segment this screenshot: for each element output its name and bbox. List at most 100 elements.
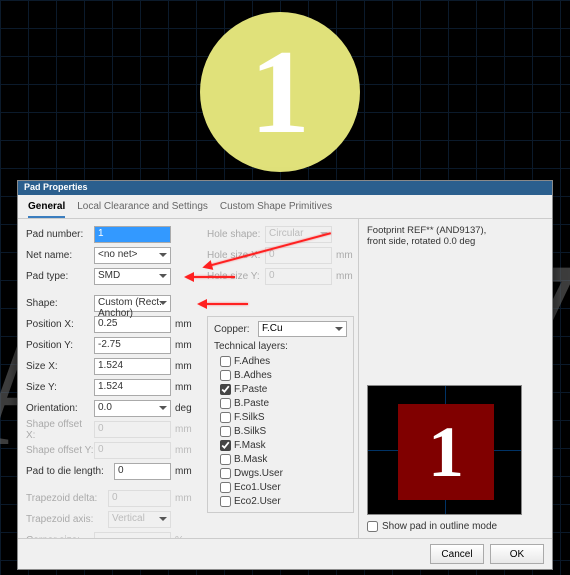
- size-y-unit: mm: [171, 382, 195, 393]
- dialog-footer: Cancel OK: [18, 538, 552, 569]
- layer-label: F.Adhes: [234, 356, 270, 367]
- layer-row-b-adhes[interactable]: B.Adhes: [214, 368, 347, 382]
- layer-label: Dwgs.User: [234, 468, 283, 479]
- pos-y-field[interactable]: -2.75: [94, 337, 171, 354]
- trap-delta-unit: mm: [171, 493, 195, 504]
- footprint-info-line1: Footprint REF** (AND9137),: [367, 225, 544, 236]
- pos-x-label: Position X:: [26, 319, 94, 330]
- hole-size-x-unit: mm: [332, 250, 354, 261]
- pos-y-label: Position Y:: [26, 340, 94, 351]
- size-x-label: Size X:: [26, 361, 94, 372]
- size-x-unit: mm: [171, 361, 195, 372]
- net-name-select[interactable]: <no net>: [94, 247, 171, 264]
- trap-axis-label: Trapezoid axis:: [26, 514, 108, 525]
- layer-row-f-mask[interactable]: F.Mask: [214, 438, 347, 452]
- pad-number-label: Pad number:: [26, 229, 94, 240]
- annotation-arrow-2: [187, 276, 235, 278]
- layers-panel: Copper: F.Cu Technical layers: F.Adhes B.…: [207, 316, 354, 513]
- dialog-tabs: General Local Clearance and Settings Cus…: [18, 195, 552, 219]
- layer-label: F.Paste: [234, 384, 267, 395]
- net-name-label: Net name:: [26, 250, 94, 261]
- shape-off-x-label: Shape offset X:: [26, 419, 94, 441]
- size-y-field[interactable]: 1.524: [94, 379, 171, 396]
- shape-label: Shape:: [26, 298, 94, 309]
- orientation-select[interactable]: 0.0: [94, 400, 171, 417]
- hole-size-y-unit: mm: [332, 271, 354, 282]
- layer-checkbox-eco2-user[interactable]: [220, 496, 231, 507]
- properties-left-column: Pad number: 1 Net name: <no net> Pad typ…: [18, 219, 203, 538]
- layer-checkbox-eco1-user[interactable]: [220, 482, 231, 493]
- layer-row-f-adhes[interactable]: F.Adhes: [214, 354, 347, 368]
- pad-die-field[interactable]: 0: [114, 463, 171, 480]
- layer-label: B.SilkS: [234, 426, 266, 437]
- layer-label: B.Adhes: [234, 370, 272, 381]
- ok-button[interactable]: OK: [490, 544, 544, 564]
- shape-select[interactable]: Custom (Rect. Anchor): [94, 295, 171, 312]
- pad-type-label: Pad type:: [26, 271, 94, 282]
- size-y-label: Size Y:: [26, 382, 94, 393]
- footprint-info: Footprint REF** (AND9137), front side, r…: [367, 225, 544, 248]
- layer-checkbox-b-adhes[interactable]: [220, 370, 231, 381]
- layer-row-f-silks[interactable]: F.SilkS: [214, 410, 347, 424]
- layer-checkbox-f-silks[interactable]: [220, 412, 231, 423]
- layer-row-b-silks[interactable]: B.SilkS: [214, 424, 347, 438]
- annotation-arrow-3: [200, 303, 248, 305]
- pad-type-select[interactable]: SMD: [94, 268, 171, 285]
- layer-checkbox-f-paste[interactable]: [220, 384, 231, 395]
- footprint-info-line2: front side, rotated 0.0 deg: [367, 236, 544, 247]
- layer-checkbox-f-mask[interactable]: [220, 440, 231, 451]
- annotation-digit: 1: [250, 32, 310, 152]
- layer-label: F.Mask: [234, 440, 266, 451]
- layer-label: B.Paste: [234, 398, 269, 409]
- layer-row-eco1-user[interactable]: Eco1.User: [214, 480, 347, 494]
- hole-size-x-field: 0: [265, 247, 332, 264]
- outline-mode-label: Show pad in outline mode: [382, 521, 497, 532]
- technical-layers-header: Technical layers:: [214, 341, 347, 352]
- copper-label: Copper:: [214, 324, 258, 335]
- copper-select[interactable]: F.Cu: [258, 321, 347, 337]
- shape-off-x-unit: mm: [171, 424, 195, 435]
- pad-die-label: Pad to die length:: [26, 466, 114, 477]
- pad-preview: 1: [367, 385, 522, 515]
- shape-off-y-label: Shape offset Y:: [26, 445, 94, 456]
- layer-label: F.SilkS: [234, 412, 265, 423]
- orientation-unit: deg: [171, 403, 195, 414]
- layer-label: Eco1.User: [234, 482, 281, 493]
- tab-custom-shape-primitives[interactable]: Custom Shape Primitives: [220, 201, 332, 218]
- layer-row-b-mask[interactable]: B.Mask: [214, 452, 347, 466]
- orientation-label: Orientation:: [26, 403, 94, 414]
- outline-mode-checkbox-row[interactable]: Show pad in outline mode: [367, 521, 544, 532]
- layer-checkbox-f-adhes[interactable]: [220, 356, 231, 367]
- cancel-button[interactable]: Cancel: [430, 544, 484, 564]
- size-x-field[interactable]: 1.524: [94, 358, 171, 375]
- layer-label: Eco2.User: [234, 496, 281, 507]
- layer-row-b-paste[interactable]: B.Paste: [214, 396, 347, 410]
- layer-checkbox-b-paste[interactable]: [220, 398, 231, 409]
- dialog-titlebar[interactable]: Pad Properties: [18, 181, 552, 195]
- layer-row-f-paste[interactable]: F.Paste: [214, 382, 347, 396]
- tab-local-clearance[interactable]: Local Clearance and Settings: [77, 201, 208, 218]
- preview-pad-shape: 1: [398, 404, 494, 500]
- outline-mode-checkbox[interactable]: [367, 521, 378, 532]
- annotation-circle-1: 1: [200, 12, 360, 172]
- shape-off-y-field: 0: [94, 442, 171, 459]
- preview-column: Footprint REF** (AND9137), front side, r…: [358, 219, 552, 538]
- pos-x-unit: mm: [171, 319, 195, 330]
- shape-off-x-field: 0: [94, 421, 171, 438]
- layer-row-eco2-user[interactable]: Eco2.User: [214, 494, 347, 508]
- trap-axis-select: Vertical: [108, 511, 171, 528]
- pad-number-field[interactable]: 1: [94, 226, 171, 243]
- pad-die-unit: mm: [171, 466, 195, 477]
- tab-general[interactable]: General: [28, 201, 65, 218]
- layer-label: B.Mask: [234, 454, 267, 465]
- layer-checkbox-b-silks[interactable]: [220, 426, 231, 437]
- properties-mid-column: Hole shape: Circular Hole size X: 0 mm H…: [203, 219, 358, 538]
- trap-delta-label: Trapezoid delta:: [26, 493, 108, 504]
- pad-properties-dialog: Pad Properties General Local Clearance a…: [17, 180, 553, 570]
- layer-checkbox-dwgs-user[interactable]: [220, 468, 231, 479]
- layer-row-dwgs-user[interactable]: Dwgs.User: [214, 466, 347, 480]
- hole-shape-label: Hole shape:: [207, 229, 265, 240]
- shape-off-y-unit: mm: [171, 445, 195, 456]
- preview-pad-number: 1: [398, 404, 494, 500]
- layer-checkbox-b-mask[interactable]: [220, 454, 231, 465]
